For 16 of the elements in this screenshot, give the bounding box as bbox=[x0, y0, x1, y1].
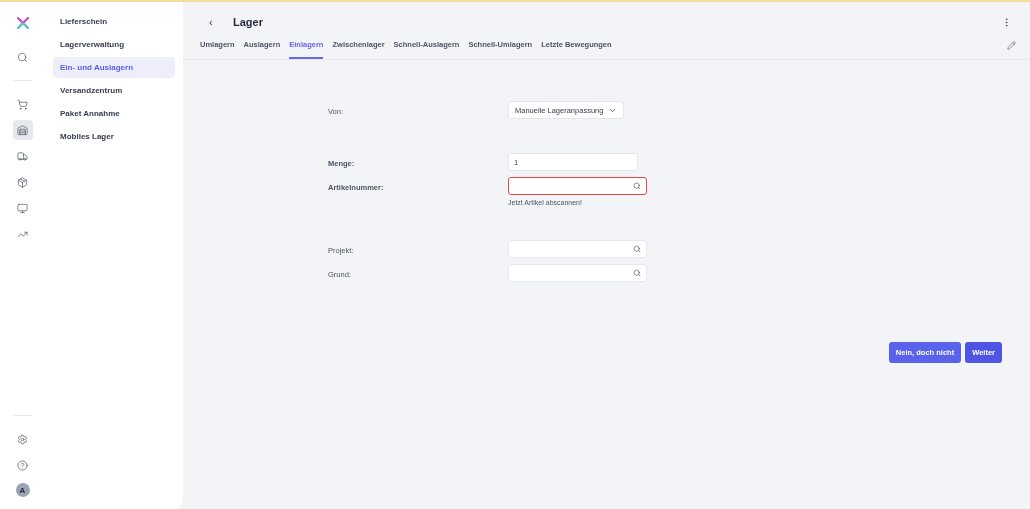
submenu-item[interactable]: Paket Annahme bbox=[53, 103, 175, 124]
submenu-item[interactable]: Ein- und Auslagern bbox=[53, 57, 175, 78]
search-icon bbox=[633, 182, 641, 190]
search-field[interactable] bbox=[508, 177, 647, 195]
edit-icon[interactable] bbox=[1007, 41, 1016, 50]
user-avatar[interactable]: A bbox=[15, 483, 30, 497]
warehouse-icon[interactable] bbox=[12, 120, 33, 140]
search-icon bbox=[633, 245, 641, 253]
page-title: Lager bbox=[233, 16, 264, 28]
logo-icon[interactable] bbox=[16, 17, 29, 29]
submenu-item[interactable]: Mobiles Lager bbox=[53, 126, 175, 147]
submenu-item[interactable]: Versandzentrum bbox=[53, 80, 175, 101]
search-icon bbox=[633, 269, 641, 277]
submenu-item[interactable]: Lieferschein bbox=[53, 11, 175, 32]
submenu-item[interactable]: Lagerverwaltung bbox=[53, 34, 175, 55]
back-button[interactable]: ‹ bbox=[209, 16, 233, 28]
